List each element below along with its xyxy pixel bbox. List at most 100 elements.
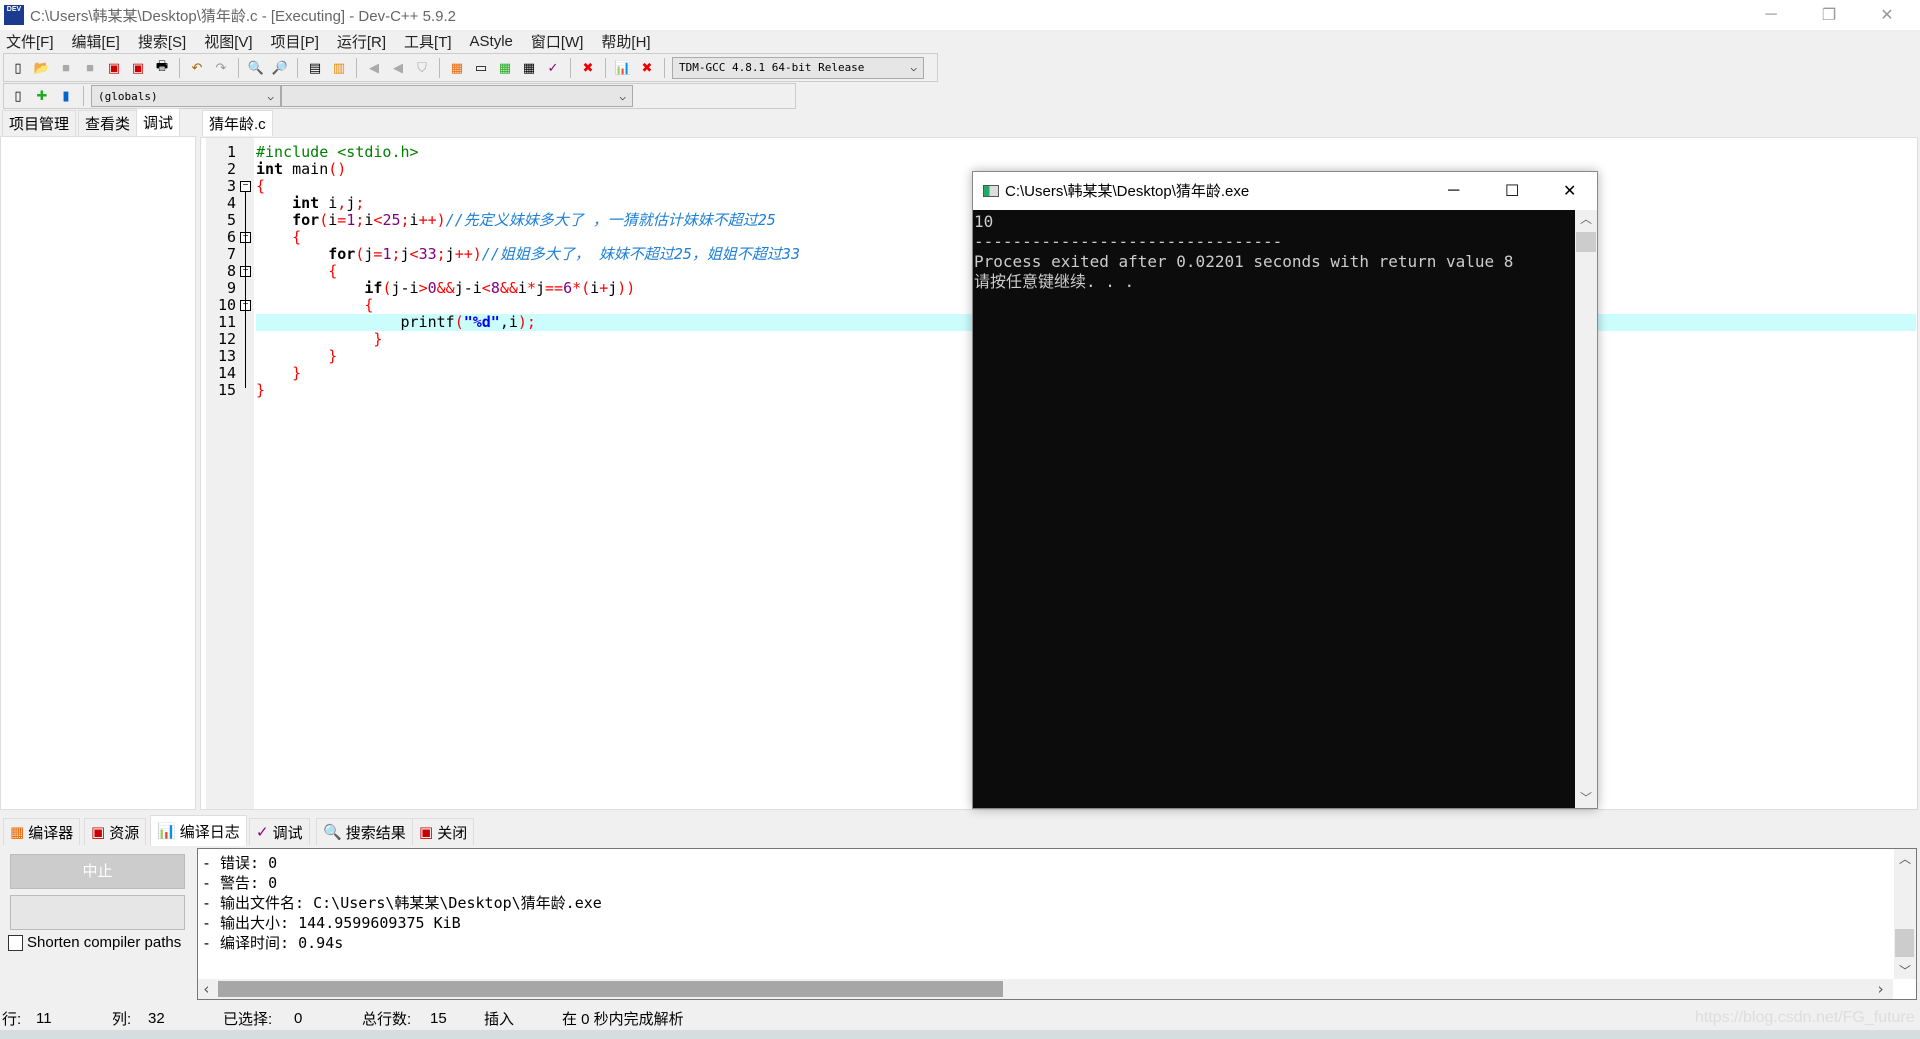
restore-button[interactable]: ❐: [1800, 0, 1858, 30]
code-line[interactable]: #include <stdio.h>: [256, 144, 1916, 161]
menu-tools[interactable]: 工具[T]: [404, 31, 452, 52]
new-file-icon[interactable]: ▯: [8, 58, 28, 78]
save-icon[interactable]: ■: [56, 58, 76, 78]
vscroll-thumb[interactable]: [1895, 929, 1914, 957]
menu-search[interactable]: 搜索[S]: [138, 31, 186, 52]
open-file-icon[interactable]: 📂: [32, 58, 52, 78]
menu-project[interactable]: 项目[P]: [271, 31, 319, 52]
tab-debug-bottom[interactable]: ✓ 调试: [249, 818, 310, 845]
log-line: - 错误: 0: [202, 854, 278, 872]
toggle-bookmark-icon[interactable]: ✚: [32, 86, 52, 106]
code-token: ;: [436, 245, 446, 263]
find-icon[interactable]: 🔍: [246, 58, 266, 78]
compiler-select[interactable]: TDM-GCC 4.8.1 64-bit Release ⌵: [672, 56, 924, 79]
watermark: https://blog.csdn.net/FG_future: [1695, 1009, 1915, 1026]
replace-icon[interactable]: 🔎: [270, 58, 290, 78]
menu-run[interactable]: 运行[R]: [337, 31, 386, 52]
selected-value: 0: [294, 1009, 303, 1027]
shorten-paths-option[interactable]: Shorten compiler paths: [8, 934, 181, 951]
goto-icon[interactable]: ⛉: [412, 58, 432, 78]
rebuild-icon[interactable]: ▦: [519, 58, 539, 78]
scroll-up-icon[interactable]: ︿: [1899, 849, 1911, 869]
tab-close[interactable]: ▣ 关闭: [412, 818, 475, 845]
print-icon[interactable]: 🖶: [152, 58, 172, 78]
console-close-button[interactable]: ✕: [1563, 181, 1576, 201]
abort-button[interactable]: 中止: [10, 854, 185, 889]
bookmark-next-icon[interactable]: ◀: [388, 58, 408, 78]
profile-icon[interactable]: 📊: [613, 58, 633, 78]
code-token: 25: [382, 211, 401, 229]
log-line: - 编译时间: 0.94s: [202, 934, 344, 952]
menu-file[interactable]: 文件[F]: [6, 31, 54, 52]
code-token: >: [418, 279, 428, 297]
menu-view[interactable]: 视图[V]: [204, 31, 252, 52]
goto-bookmark-icon[interactable]: ▮: [56, 86, 76, 106]
code-token: j: [346, 194, 356, 212]
code-token: *(: [572, 279, 591, 297]
scope-select[interactable]: (globals) ⌵: [91, 85, 281, 107]
fold-toggle-icon[interactable]: −: [240, 181, 251, 192]
menu-help[interactable]: 帮助[H]: [601, 31, 650, 52]
close-all-icon[interactable]: ▣: [128, 58, 148, 78]
scroll-right-icon[interactable]: ›: [1876, 979, 1885, 999]
tab-project[interactable]: 项目管理: [2, 110, 77, 136]
check-syntax-icon[interactable]: ✓: [543, 58, 563, 78]
compile-log[interactable]: - 错误: 0 - 警告: 0 - 输出文件名: C:\Users\韩某某\De…: [197, 848, 1917, 1000]
shorten-paths-checkbox[interactable]: [8, 934, 23, 951]
minimize-button[interactable]: ─: [1742, 0, 1800, 30]
chevron-down-icon: ⌵: [619, 89, 626, 103]
compile-run-icon[interactable]: ▦: [495, 58, 515, 78]
code-token: (: [454, 313, 464, 331]
undo-icon[interactable]: ↶: [187, 58, 207, 78]
menu-window[interactable]: 窗口[W]: [531, 31, 584, 52]
console-scrollbar[interactable]: ︿ ﹀: [1575, 210, 1597, 808]
status-bar: 行: 11 列: 32 已选择: 0 总行数: 15 插入 在 0 秒内完成解析…: [0, 1005, 1920, 1031]
line-number: 10: [217, 296, 236, 314]
tab-debug[interactable]: 调试: [136, 108, 181, 136]
tab-compile-log[interactable]: 📊 编译日志: [150, 815, 247, 846]
menu-astyle[interactable]: AStyle: [470, 33, 513, 50]
symbol-select[interactable]: ⌵: [281, 85, 633, 107]
close-file-icon[interactable]: ▣: [104, 58, 124, 78]
tab-label: 调试: [272, 824, 303, 842]
scroll-up-icon[interactable]: ︿: [1575, 210, 1597, 227]
code-token: 33: [418, 245, 437, 263]
unindent-icon[interactable]: ▥: [329, 58, 349, 78]
code-token: ++): [418, 211, 446, 229]
parse-status: 在 0 秒内完成解析: [562, 1010, 684, 1028]
tab-label: 编译日志: [179, 823, 240, 841]
log-vscrollbar[interactable]: ︿ ﹀: [1894, 849, 1916, 979]
compile-icon[interactable]: ▦: [447, 58, 467, 78]
hscroll-thumb[interactable]: [218, 981, 1003, 997]
scroll-down-icon[interactable]: ﹀: [1899, 961, 1911, 981]
scroll-thumb[interactable]: [1576, 232, 1596, 252]
console-window[interactable]: C:\Users\韩某某\Desktop\猜年龄.exe ─ ☐ ✕ 10 --…: [972, 171, 1598, 809]
row-label: 行:: [2, 1010, 22, 1028]
menu-edit[interactable]: 编辑[E]: [72, 31, 120, 52]
run-icon[interactable]: ▭: [471, 58, 491, 78]
editor-tab-file[interactable]: 猜年龄.c: [202, 110, 273, 136]
close-panel-icon: ▣: [419, 824, 434, 841]
tab-classes[interactable]: 查看类: [78, 110, 138, 136]
log-hscrollbar[interactable]: ‹ ›: [198, 979, 1893, 999]
tab-compiler[interactable]: ▦ 编译器: [3, 818, 81, 845]
class-toolbar: ▯ ✚ ▮ (globals) ⌵ ⌵: [3, 83, 796, 109]
code-token: ,: [337, 194, 347, 212]
stop-icon[interactable]: ✖: [578, 58, 598, 78]
console-minimize-button[interactable]: ─: [1448, 182, 1459, 200]
save-all-icon[interactable]: ■: [80, 58, 100, 78]
close-button[interactable]: ✕: [1858, 0, 1916, 30]
delete-profile-icon[interactable]: ✖: [637, 58, 657, 78]
code-token: //先定义妹妹多大了 ，一猜就估计妹妹不超过25: [445, 211, 776, 229]
bookmark-prev-icon[interactable]: ◀: [364, 58, 384, 78]
indent-icon[interactable]: ▤: [305, 58, 325, 78]
console-maximize-button[interactable]: ☐: [1505, 181, 1519, 201]
tab-resources[interactable]: ▣ 资源: [84, 818, 147, 845]
tab-search-results[interactable]: 🔍 搜索结果: [316, 818, 413, 845]
insert-icon[interactable]: ▯: [8, 86, 28, 106]
scroll-left-icon[interactable]: ‹: [202, 979, 211, 999]
redo-icon[interactable]: ↷: [211, 58, 231, 78]
scroll-down-icon[interactable]: ﹀: [1575, 789, 1597, 806]
